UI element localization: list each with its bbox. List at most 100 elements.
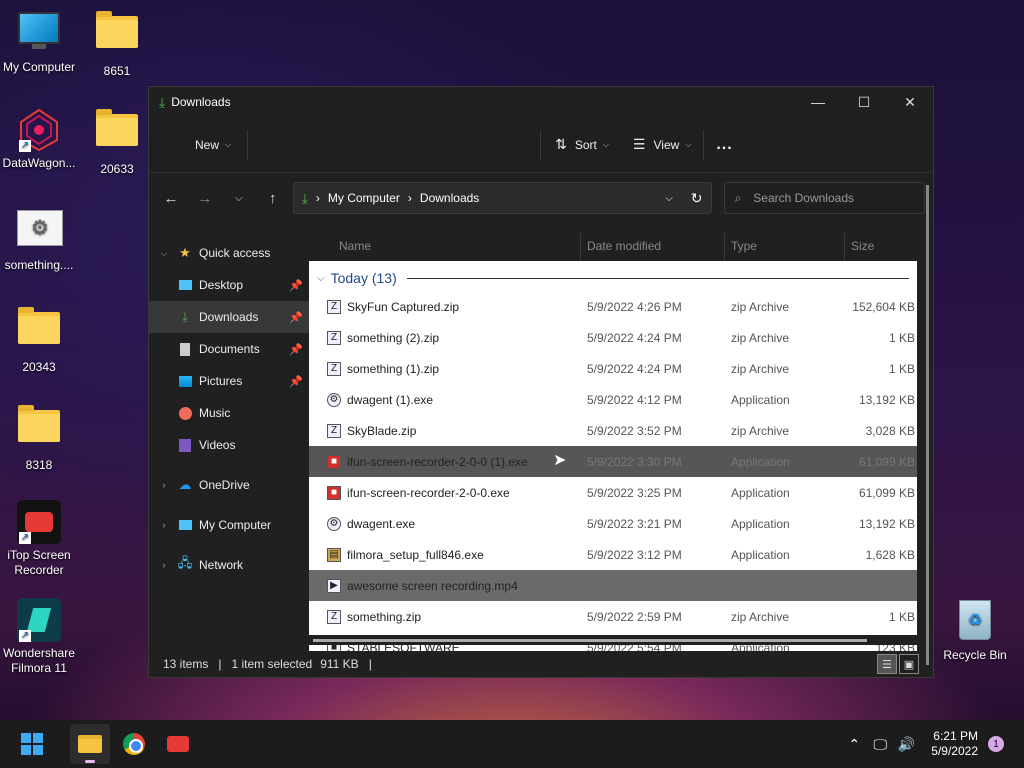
refresh-icon[interactable]: ↻ xyxy=(691,190,703,207)
volume-icon[interactable]: 🔊 xyxy=(893,736,919,753)
desktop-icon-my-computer[interactable]: My Computer xyxy=(0,10,78,75)
file-type: Application xyxy=(731,516,790,531)
nav-item-my-computer[interactable]: › My Computer xyxy=(149,509,309,541)
pictures-icon xyxy=(177,373,193,389)
forward-button[interactable]: → xyxy=(191,184,219,212)
chevron-right-icon[interactable]: › xyxy=(157,560,171,570)
file-type: zip Archive xyxy=(731,330,790,345)
desktop-icon-folder-8318[interactable]: 8318 xyxy=(0,404,78,473)
maximize-button[interactable]: ☐ xyxy=(841,87,887,117)
zip-file-icon: Z xyxy=(327,330,341,345)
clock[interactable]: 6:21 PM 5/9/2022 xyxy=(931,729,978,759)
group-header[interactable]: ⌵ Today (13) xyxy=(309,265,917,291)
address-dropdown-icon[interactable]: ⌵ xyxy=(665,193,673,204)
title-bar[interactable]: ⤓ Downloads — ☐ ✕ xyxy=(149,87,933,117)
monitor-icon xyxy=(17,12,61,56)
column-header-size[interactable]: Size xyxy=(845,233,917,261)
nav-item-music[interactable]: Music xyxy=(149,397,309,429)
cloud-icon: ☁ xyxy=(178,477,192,492)
column-header-type[interactable]: Type xyxy=(725,233,845,261)
desktop-icon-folder-8651[interactable]: 8651 xyxy=(78,10,156,79)
address-bar[interactable]: ⤓ › My Computer › Downloads ⌵ ↻ xyxy=(292,182,712,214)
desktop-icon xyxy=(177,277,193,293)
pin-icon[interactable]: 📌 xyxy=(289,343,303,356)
nav-item-videos[interactable]: Videos xyxy=(149,429,309,461)
file-row[interactable]: Z SkyBlade.zip 5/9/2022 3:52 PM zip Arch… xyxy=(309,415,917,446)
nav-item-documents[interactable]: Documents 📌 xyxy=(149,333,309,365)
taskbar-itop-recorder[interactable] xyxy=(158,724,198,764)
pin-icon[interactable]: 📌 xyxy=(289,279,303,292)
file-date: 5/9/2022 4:24 PM xyxy=(587,361,682,376)
more-label: ... xyxy=(716,135,733,153)
desktop-icon-label: DataWagon... xyxy=(2,156,76,170)
pin-icon[interactable]: 📌 xyxy=(289,375,303,388)
file-row-highlighted[interactable]: ▶ awesome screen recording.mp4 xyxy=(309,570,917,601)
breadcrumb-my-computer[interactable]: My Computer xyxy=(328,191,400,205)
breadcrumb-separator-icon: › xyxy=(315,191,320,205)
file-row[interactable]: ▤ filmora_setup_full846.exe 5/9/2022 3:1… xyxy=(309,539,917,570)
nav-item-pictures[interactable]: Pictures 📌 xyxy=(149,365,309,397)
file-row[interactable]: Z SkyFun Captured.zip 5/9/2022 4:26 PM z… xyxy=(309,291,917,322)
desktop-icon-datawagon[interactable]: ↗ DataWagon... xyxy=(0,108,78,171)
close-button[interactable]: ✕ xyxy=(887,87,933,117)
chevron-right-icon[interactable]: › xyxy=(157,480,171,490)
horizontal-scrollbar[interactable] xyxy=(309,635,917,645)
search-box[interactable]: ⌕ Search Downloads xyxy=(723,182,926,214)
recent-locations-button[interactable]: ⌵ xyxy=(225,184,253,212)
desktop-icon-label: Recycle Bin xyxy=(943,648,1007,662)
desktop-icon-folder-20343[interactable]: 20343 xyxy=(0,306,78,375)
chrome-icon xyxy=(123,733,145,755)
new-button[interactable]: New ⌵ xyxy=(183,129,243,161)
download-icon: ⤓ xyxy=(159,93,166,110)
zip-file-icon: Z xyxy=(327,423,341,438)
file-row[interactable]: ⚙ dwagent.exe 5/9/2022 3:21 PM Applicati… xyxy=(309,508,917,539)
nav-item-network[interactable]: › 🖧 Network xyxy=(149,549,309,581)
chevron-down-icon[interactable]: ⌵ xyxy=(157,248,171,259)
file-row[interactable]: Z something (1).zip 5/9/2022 4:24 PM zip… xyxy=(309,353,917,384)
file-type: Application xyxy=(731,485,790,500)
nav-item-downloads[interactable]: ⤓ Downloads 📌 xyxy=(149,301,309,333)
taskbar-chrome[interactable] xyxy=(114,724,154,764)
tiles-view-button[interactable]: ▣ xyxy=(899,654,919,674)
desktop-icon-label: iTop Screen Recorder xyxy=(7,548,71,577)
chevron-right-icon[interactable]: › xyxy=(157,520,171,530)
desktop-icon-itop-recorder[interactable]: ↗ iTop Screen Recorder xyxy=(0,500,78,578)
desktop-icon-something[interactable]: ⚙ something.... xyxy=(0,208,78,273)
network-icon[interactable]: 🖵 xyxy=(867,736,893,753)
details-view-button[interactable]: ☰ xyxy=(877,654,897,674)
application-file-icon: ■ xyxy=(327,454,341,469)
view-button[interactable]: ☰ View ⌵ xyxy=(621,129,703,161)
installer-file-icon: ▤ xyxy=(327,547,341,562)
vertical-scrollbar[interactable] xyxy=(926,185,929,665)
minimize-button[interactable]: — xyxy=(795,87,841,117)
notification-badge[interactable]: 1 xyxy=(988,736,1004,752)
chevron-down-icon: ⌵ xyxy=(602,139,609,149)
chevron-up-icon[interactable]: ⌃ xyxy=(841,736,867,753)
file-size: 1,628 KB xyxy=(865,547,915,562)
start-button[interactable] xyxy=(12,724,52,764)
nav-item-onedrive[interactable]: › ☁ OneDrive xyxy=(149,469,309,501)
file-row[interactable]: ⚙ dwagent (1).exe 5/9/2022 4:12 PM Appli… xyxy=(309,384,917,415)
up-button[interactable]: ↑ xyxy=(259,184,287,212)
pin-icon[interactable]: 📌 xyxy=(289,311,303,324)
nav-item-quick-access[interactable]: ⌵ ★ Quick access xyxy=(149,237,309,269)
desktop-icon-folder-20633[interactable]: 20633 xyxy=(78,108,156,177)
column-header-name[interactable]: Name xyxy=(309,233,581,261)
breadcrumb-downloads[interactable]: Downloads xyxy=(420,191,479,205)
taskbar-file-explorer[interactable] xyxy=(70,724,110,764)
back-button[interactable]: ← xyxy=(157,184,185,212)
sort-button[interactable]: ⇅ Sort ⌵ xyxy=(543,129,621,161)
more-options-button[interactable]: ... xyxy=(704,129,744,161)
column-header-date[interactable]: Date modified xyxy=(581,233,725,261)
file-row[interactable]: ■ ifun-screen-recorder-2-0-0.exe 5/9/202… xyxy=(309,477,917,508)
windows-logo-icon xyxy=(21,733,43,755)
file-row[interactable]: Z something.zip 5/9/2022 2:59 PM zip Arc… xyxy=(309,601,917,632)
scrollbar-thumb[interactable] xyxy=(313,639,867,642)
desktop-icon-recycle-bin[interactable]: ♻ Recycle Bin xyxy=(936,598,1014,663)
desktop-icon-filmora[interactable]: ↗ Wondershare Filmora 11 xyxy=(0,598,78,676)
file-size: 1 KB xyxy=(888,330,915,345)
file-row-selected[interactable]: ■ ifun-screen-recorder-2-0-0 (1).exe 5/9… xyxy=(309,446,917,477)
nav-item-desktop[interactable]: Desktop 📌 xyxy=(149,269,309,301)
file-type: Application xyxy=(731,547,790,562)
file-row[interactable]: Z something (2).zip 5/9/2022 4:24 PM zip… xyxy=(309,322,917,353)
